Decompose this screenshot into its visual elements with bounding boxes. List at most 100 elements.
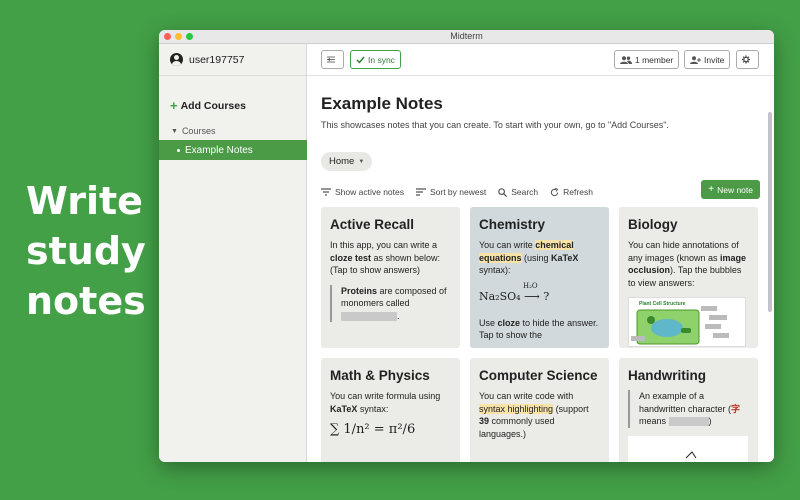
- bold-text: cloze: [497, 317, 521, 328]
- text: In this app, you can write a: [330, 240, 438, 250]
- reaction-condition: H₂O: [523, 281, 538, 290]
- refresh-button[interactable]: Refresh: [550, 187, 593, 197]
- filter-icon: [321, 188, 331, 196]
- add-courses-button[interactable]: + Add Courses: [170, 98, 246, 113]
- users-icon: [620, 55, 632, 64]
- card-body: You can write code with syntax highlight…: [479, 390, 600, 440]
- invite-button[interactable]: Invite: [684, 50, 731, 69]
- page-description: This showcases notes that you can create…: [321, 120, 669, 130]
- card-title: Biology: [628, 217, 678, 232]
- card-body: You can hide annotations of any images (…: [628, 239, 749, 289]
- bold-text: 39: [479, 416, 490, 426]
- text: .: [397, 310, 400, 321]
- cloze-blank[interactable]: [341, 311, 397, 321]
- note-card-handwriting[interactable]: Handwriting An example of a handwritten …: [619, 358, 758, 462]
- toggle-sidebar-button[interactable]: [321, 50, 344, 69]
- note-card-computer-science[interactable]: Computer Science You can write code with…: [470, 358, 609, 462]
- sort-label: Sort by newest: [429, 187, 487, 197]
- text: You can write formula using: [330, 391, 441, 401]
- bold-text: Proteins: [341, 285, 378, 296]
- user-account[interactable]: user197757: [159, 44, 306, 76]
- invite-label: Invite: [704, 54, 725, 65]
- card-title: Math & Physics: [330, 368, 430, 383]
- bold-text: KaTeX: [330, 403, 358, 414]
- note-card-active-recall[interactable]: Active Recall In this app, you can write…: [321, 207, 460, 348]
- bold-text: KaTeX: [551, 252, 579, 263]
- search-button[interactable]: Search: [498, 187, 538, 197]
- formula-text: Na₂SO₄ ⟶ ?: [479, 289, 550, 303]
- search-icon: [498, 187, 508, 197]
- check-icon: [356, 56, 365, 64]
- cloze-blank[interactable]: [668, 417, 709, 427]
- refresh-icon: [551, 187, 559, 196]
- chevron-down-icon: ▼: [358, 158, 365, 165]
- toolbar: In sync 1 member Invite: [307, 44, 774, 76]
- card-title: Computer Science: [479, 368, 598, 383]
- promo-line: notes: [26, 279, 146, 323]
- search-label: Search: [511, 187, 539, 197]
- plus-icon: +: [170, 98, 178, 113]
- note-card-chemistry[interactable]: Chemistry You can write chemical equatio…: [470, 207, 609, 348]
- card-title: Active Recall: [330, 217, 415, 232]
- text: Use: [479, 317, 498, 328]
- add-user-icon: [690, 55, 701, 64]
- home-dropdown[interactable]: Home ▼: [321, 152, 373, 171]
- username: user197757: [189, 53, 245, 66]
- gear-icon: [742, 55, 750, 64]
- text: syntax:: [357, 403, 389, 414]
- sync-status-button[interactable]: In sync: [350, 50, 401, 69]
- notes-content: Example Notes This showcases notes that …: [307, 76, 774, 462]
- card-body: An example of a handwritten character (字…: [628, 390, 749, 428]
- highlighted-text: syntax highlighting: [479, 403, 554, 414]
- text: syntax):: [479, 265, 511, 275]
- new-note-button[interactable]: + New note: [701, 180, 760, 199]
- members-label: 1 member: [635, 54, 674, 65]
- new-note-label: New note: [717, 184, 753, 195]
- card-title: Handwriting: [628, 368, 706, 383]
- collapse-sidebar-icon: [327, 56, 335, 63]
- sort-icon: [415, 188, 426, 196]
- user-icon: [170, 53, 183, 66]
- cloze-quote: Proteins are composed of monomers called…: [330, 284, 451, 322]
- text: (using: [521, 252, 552, 263]
- show-active-notes-button[interactable]: Show active notes: [321, 187, 404, 197]
- plant-cell-image[interactable]: Plant Cell Structure: [628, 297, 746, 347]
- courses-section-header[interactable]: ▼ Courses: [171, 126, 215, 136]
- bullet-icon: [177, 148, 180, 152]
- character-highlight: 字: [731, 403, 741, 414]
- settings-button[interactable]: [736, 50, 759, 69]
- handwriting-stroke-icon: [685, 450, 697, 458]
- show-active-label: Show active notes: [335, 187, 404, 197]
- sync-label: In sync: [368, 54, 395, 65]
- sidebar: user197757 + Add Courses ▼ Courses Examp…: [159, 44, 307, 462]
- title-bar: Midterm: [159, 30, 774, 44]
- bold-text: cloze test: [330, 252, 372, 263]
- sort-button[interactable]: Sort by newest: [415, 187, 487, 197]
- text: You can write code with: [479, 391, 574, 401]
- promo-line: Write: [26, 179, 143, 223]
- members-button[interactable]: 1 member: [614, 50, 680, 69]
- scrollbar[interactable]: [768, 112, 772, 312]
- app-window: Midterm user197757 + Add Courses ▼ Cours…: [159, 30, 774, 462]
- card-title: Chemistry: [479, 217, 546, 232]
- note-card-math-physics[interactable]: Math & Physics You can write formula usi…: [321, 358, 460, 462]
- add-courses-label: Add Courses: [180, 99, 246, 112]
- card-body: Use cloze to hide the answer. Tap to sho…: [479, 317, 600, 342]
- courses-header-label: Courses: [181, 126, 216, 136]
- sidebar-item-label: Example Notes: [185, 144, 253, 156]
- caret-down-icon: ▼: [171, 127, 178, 135]
- text: An example of a handwritten character (: [639, 391, 732, 414]
- card-body: In this app, you can write a cloze test …: [330, 239, 451, 277]
- chemical-formula: H₂O Na₂SO₄ ⟶ ?: [479, 281, 600, 303]
- text: You can write: [479, 240, 536, 250]
- promo-line: study: [26, 229, 146, 273]
- text: commonly used languages.): [479, 416, 555, 439]
- text: (support: [553, 403, 589, 414]
- home-label: Home: [329, 156, 355, 167]
- window-title: Midterm: [450, 31, 483, 41]
- handwriting-canvas: [628, 435, 748, 462]
- sidebar-item-example-notes[interactable]: Example Notes: [159, 140, 307, 160]
- main-panel: In sync 1 member Invite Example Notes Th…: [307, 44, 774, 462]
- note-card-biology[interactable]: Biology You can hide annotations of any …: [619, 207, 758, 348]
- plus-icon: +: [708, 184, 715, 195]
